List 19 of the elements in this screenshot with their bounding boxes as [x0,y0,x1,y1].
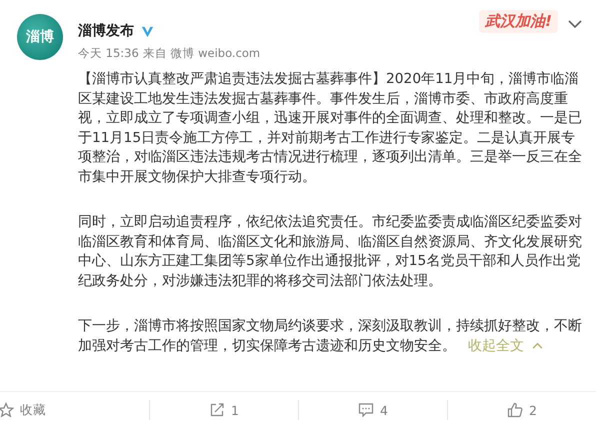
collapse-link[interactable]: 收起全文 [468,338,543,354]
repost-button[interactable]: 1 [205,402,243,418]
post-paragraph: 下一步，淄博市将按照国家文物局约谈要求，深刻汲取教训，持续抓好整改，不断加强对考古工作的管理，切实保障考古遗迹和历史文物安全。 收起全文 [78,317,583,356]
author-name[interactable]: 淄博发布 [78,22,134,40]
thumbs-up-icon [507,402,524,418]
comment-icon [358,402,374,418]
post-source: 来自 微博 weibo.com [142,46,260,61]
star-icon [0,402,14,418]
avatar[interactable]: 淄博 [17,14,63,60]
chevron-down-icon[interactable] [568,20,582,29]
comment-button[interactable]: 4 [354,402,392,418]
campaign-badge: 武汉加油! [479,10,558,33]
post-time: 今天 15:36 [78,46,139,61]
like-button[interactable]: 2 [503,402,541,418]
post-paragraph: 同时，立即启动追责程序，依纪依法追究责任。市纪委监委责成临淄区纪委监委对临淄区教育和体育局、临淄区文化和旅游局、临淄区自然资源局、齐文化发展研究中心、山东方正建工集团等5家单位作出通报批评，对15名党员干部和人员作出党纪政务处分，对涉嫌违法犯罪的将移交司法部门依法处理。 [78,213,583,290]
caret-up-icon [532,342,543,348]
favorite-button[interactable]: 收藏 [0,402,50,418]
post-paragraph: 【淄博市认真整改严肃追责违法发掘古墓葬事件】2020年11月中旬，淄博市临淄区某建设工地发生违法发掘古墓葬事件。事件发生后，淄博市委、市政府高度重视，立即成立了专项调查小组，迅速开展对事件的全面调查、处理和整改。一是已于11月15日责令施工方停工，并对前期考古工作进行专家鉴定。二是认真开展专项整治，对临淄区违法违规考古情况进行梳理，逐项列出清单。三是举一反三在全市集中开展文物保护大排查专项行动。 [78,70,583,186]
share-icon [209,402,226,418]
